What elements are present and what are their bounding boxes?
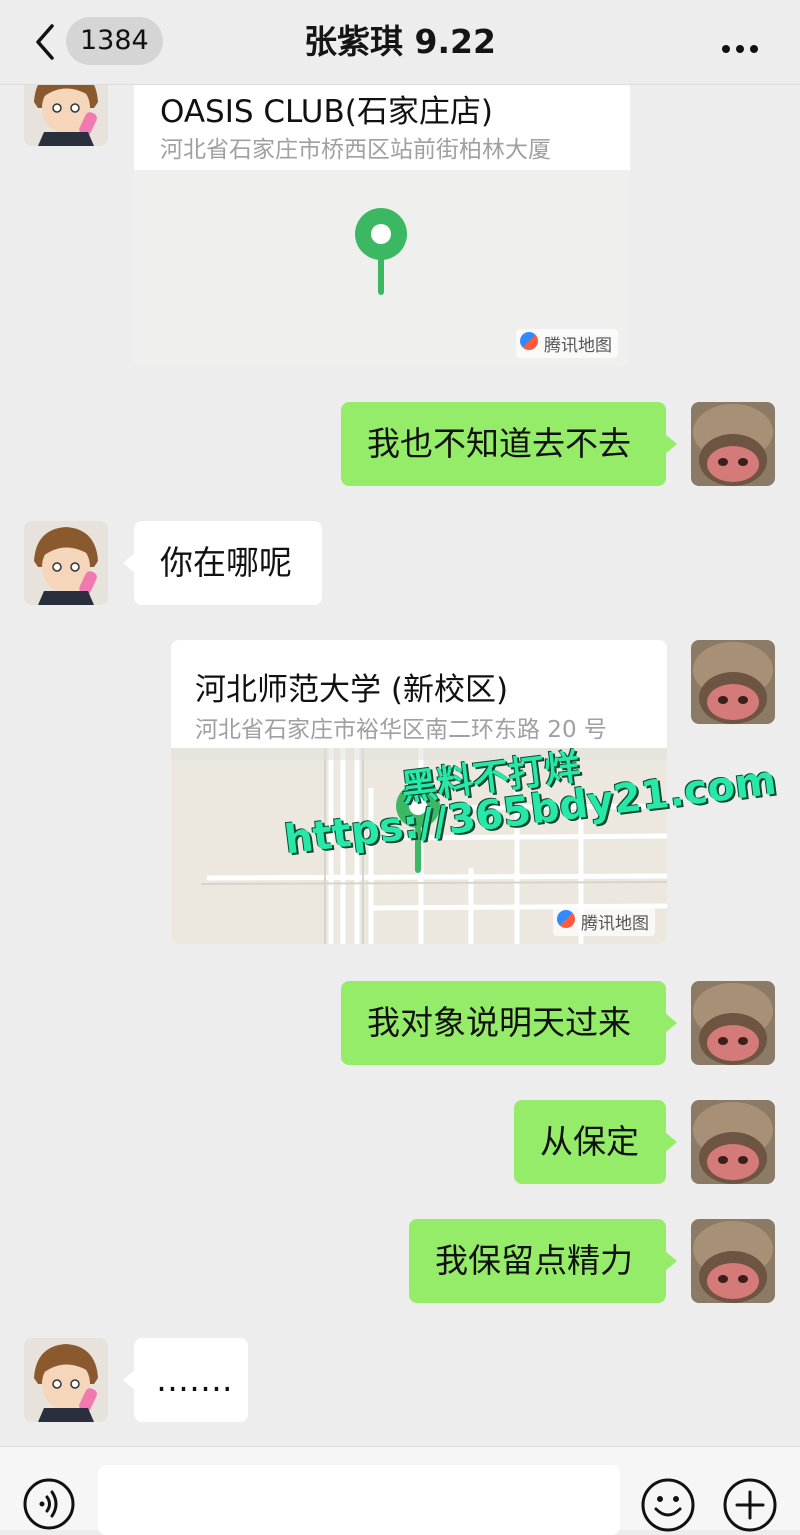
location-address: 河北省石家庄市桥西区站前街柏林大厦: [160, 137, 551, 163]
voice-icon[interactable]: [22, 1477, 76, 1531]
tencent-map-icon: [557, 910, 575, 928]
map-brand-label: 腾讯地图: [516, 329, 618, 358]
location-title: OASIS CLUB(石家庄店): [160, 94, 493, 130]
plus-icon[interactable]: [722, 1477, 778, 1533]
my-avatar[interactable]: [691, 1100, 775, 1184]
chat-header: 1384 张紫琪 9.22: [0, 0, 800, 85]
location-card-oasis[interactable]: OASIS CLUB(石家庄店) 河北省石家庄市桥西区站前街柏林大厦 腾讯地图: [134, 84, 630, 366]
emoji-icon[interactable]: [640, 1477, 696, 1533]
input-bar: [0, 1446, 800, 1535]
chevron-left-icon[interactable]: [28, 22, 62, 62]
message-received[interactable]: …….: [123, 1338, 248, 1422]
contact-avatar[interactable]: [24, 1338, 108, 1422]
my-avatar[interactable]: [691, 402, 775, 486]
ellipsis-icon[interactable]: [722, 38, 764, 53]
unread-count-badge[interactable]: 1384: [66, 17, 163, 65]
message-sent[interactable]: 我也不知道去不去: [341, 402, 677, 486]
my-avatar[interactable]: [691, 981, 775, 1065]
location-address: 河北省石家庄市裕华区南二环东路 20 号: [195, 717, 607, 743]
my-avatar[interactable]: [691, 640, 775, 724]
message-sent[interactable]: 我对象说明天过来: [341, 981, 677, 1065]
map-brand-label: 腾讯地图: [553, 907, 655, 936]
message-sent[interactable]: 我保留点精力: [409, 1219, 677, 1303]
map-preview[interactable]: 腾讯地图: [134, 170, 630, 366]
location-title: 河北师范大学 (新校区): [195, 672, 509, 708]
tencent-map-icon: [520, 332, 538, 350]
my-avatar[interactable]: [691, 1219, 775, 1303]
message-input[interactable]: [98, 1465, 620, 1535]
message-received[interactable]: 你在哪呢: [123, 521, 322, 605]
message-sent[interactable]: 从保定: [514, 1100, 677, 1184]
contact-avatar[interactable]: [24, 521, 108, 605]
